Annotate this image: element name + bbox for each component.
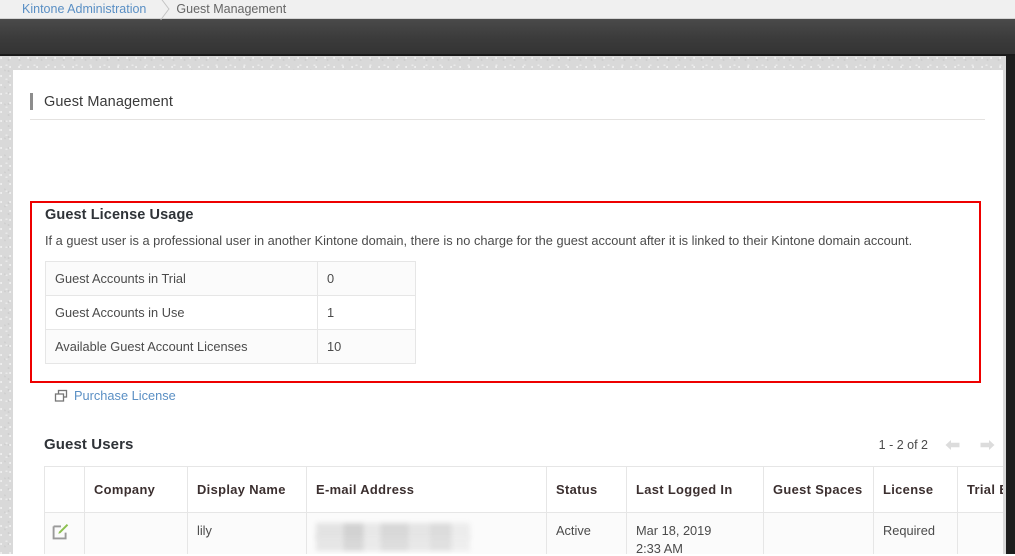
cell-last-logged-in: Mar 18, 2019 2:33 AM [626, 512, 764, 554]
last-logged-in-date: Mar 18, 2019 [636, 523, 712, 538]
guest-users-table: Company Display Name E-mail Address Stat… [44, 466, 1003, 554]
last-logged-in-time: 2:33 AM [636, 541, 683, 554]
external-window-icon [54, 389, 68, 403]
redacted-email [316, 523, 538, 551]
cell-guest-spaces [763, 512, 874, 554]
pagination-range-label: 1 - 2 of 2 [878, 437, 928, 452]
breadcrumb-current: Guest Management [176, 2, 287, 16]
column-header-company: Company [84, 466, 188, 513]
app-header-bar [0, 19, 1015, 56]
column-header-guest-spaces: Guest Spaces [763, 466, 874, 513]
column-header-status: Status [546, 466, 627, 513]
purchase-license-label[interactable]: Purchase License [74, 388, 176, 403]
page-title: Guest Management [44, 93, 173, 110]
table-header-row: Company Display Name E-mail Address Stat… [44, 466, 1003, 513]
cell-display-name: lily [187, 512, 307, 554]
table-row: lily Active Mar 18, 2019 2:33 AM Require… [44, 512, 1003, 554]
breadcrumb-root-link[interactable]: Kintone Administration [22, 2, 146, 16]
edit-pencil-icon [52, 523, 69, 540]
guest-users-table-wrap: Company Display Name E-mail Address Stat… [44, 466, 1003, 554]
column-header-last-logged-in: Last Logged In [626, 466, 764, 513]
page-title-row: Guest Management [30, 93, 985, 120]
content-card: Guest Management Guest License Usage If … [13, 70, 1003, 554]
guest-users-title: Guest Users [44, 436, 134, 453]
pagination: 1 - 2 of 2 [879, 437, 996, 453]
column-header-email: E-mail Address [306, 466, 547, 513]
cell-trial-expiration-date [957, 512, 1003, 554]
chevron-right-icon [146, 0, 176, 19]
title-accent-bar [30, 93, 33, 110]
edit-user-button[interactable] [44, 512, 85, 554]
window-right-edge [1006, 56, 1015, 554]
cell-company [84, 512, 188, 554]
purchase-license-link[interactable]: Purchase License [54, 388, 176, 403]
arrow-left-icon[interactable] [944, 437, 962, 453]
cell-license: Required [873, 512, 958, 554]
page-background: Guest Management Guest License Usage If … [0, 56, 1015, 554]
column-header-edit [44, 466, 85, 513]
cell-email [306, 512, 547, 554]
status-badge: Active [546, 512, 627, 554]
annotation-highlight-box [30, 201, 981, 383]
breadcrumb: Kintone Administration Guest Management [0, 0, 1015, 19]
column-header-trial-expiration-date: Trial Expiration Date [957, 466, 1003, 513]
column-header-display-name: Display Name [187, 466, 307, 513]
guest-users-header: Guest Users 1 - 2 of 2 [44, 436, 996, 453]
arrow-right-icon[interactable] [978, 437, 996, 453]
column-header-license: License [873, 466, 958, 513]
